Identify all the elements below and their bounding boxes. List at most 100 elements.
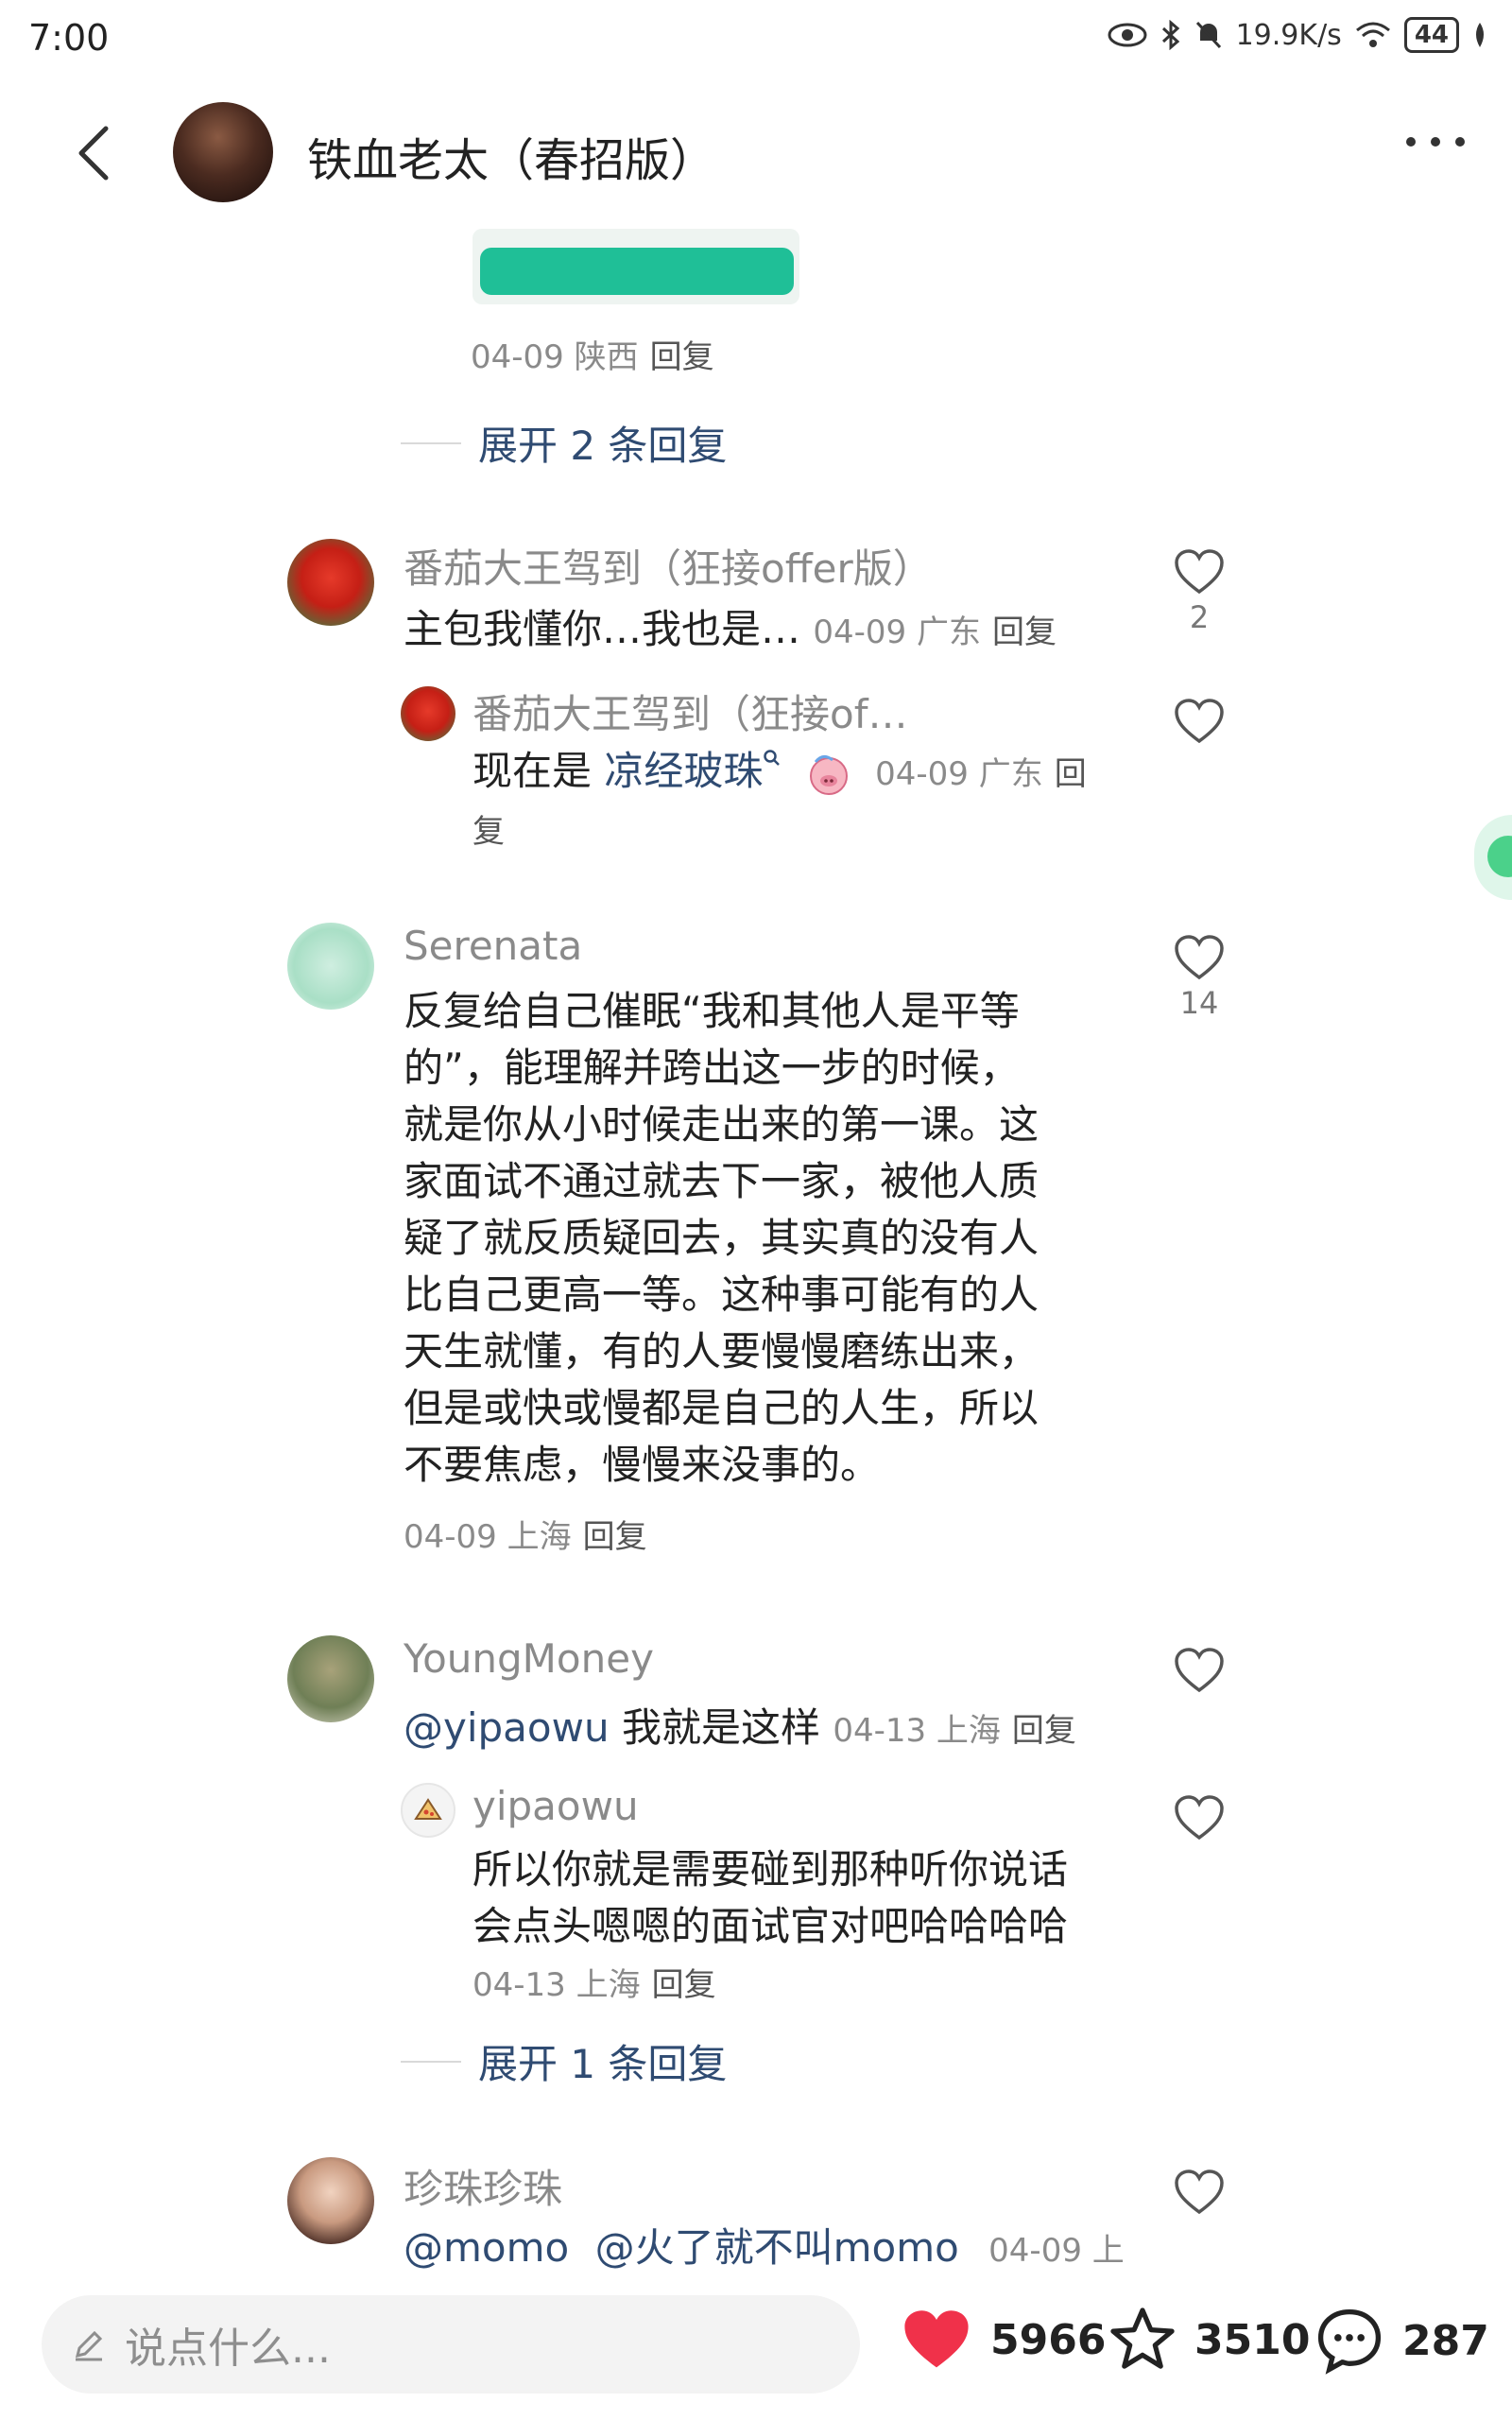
- comment-like-button[interactable]: [1173, 1647, 1226, 1694]
- heart-filled-icon: [904, 2310, 969, 2368]
- reply-date-region: 04-09 广东: [875, 755, 1043, 793]
- reply-button[interactable]: 回复: [650, 338, 714, 376]
- heart-outline-icon: [1175, 1795, 1224, 1841]
- replier-avatar[interactable]: [401, 1783, 455, 1838]
- mention-link[interactable]: @yipaowu: [404, 1704, 610, 1751]
- expand-replies-label: 展开 1 条回复: [478, 2041, 728, 2087]
- comment-text: 反复给自己催眠“我和其他人是平等 的”，能理解并跨出这一步的时候， 就是你从小时…: [404, 983, 1103, 1494]
- reply-line: 所以你就是需要碰到那种听你说话: [472, 1846, 1069, 1893]
- comment-input-placeholder: 说点什么...: [125, 2325, 331, 2373]
- comment-body: 主包我懂你…我也是…: [404, 606, 801, 652]
- reply-button[interactable]: 回复: [583, 1518, 647, 1556]
- like-count: 5966: [990, 2315, 1107, 2364]
- comment-like-button[interactable]: 14: [1173, 934, 1226, 1021]
- favorite-stat[interactable]: 3510: [1108, 2305, 1310, 2375]
- commenter-avatar[interactable]: [287, 539, 374, 626]
- comment-count: 287: [1402, 2316, 1489, 2365]
- comment-bubble-icon: [1317, 2308, 1382, 2375]
- like-count: 2: [1189, 599, 1210, 635]
- pencil-icon: [75, 2330, 103, 2361]
- heart-outline-icon: [1175, 935, 1224, 980]
- comment-line: 天生就懂，有的人要慢慢磨练出来，: [404, 1328, 1040, 1374]
- reply-like-button[interactable]: [1173, 1794, 1226, 1841]
- commenter-avatar[interactable]: [287, 923, 374, 1010]
- reply-meta: 04-09 广东回: [875, 755, 1087, 793]
- comment-line: 反复给自己催眠“我和其他人是平等: [404, 988, 1020, 1034]
- eye-icon: [1108, 23, 1147, 47]
- search-keyword-link[interactable]: 凉经玻珠: [604, 748, 763, 794]
- chevron-left-icon: [78, 126, 109, 181]
- pig-emoji-icon: [809, 754, 848, 795]
- status-icons: 19.9K/s 44: [1108, 17, 1487, 53]
- reply-line: 会点头嗯嗯的面试官对吧哈哈哈哈: [472, 1903, 1069, 1949]
- expand-replies-button[interactable]: 展开 1 条回复: [401, 2032, 727, 2090]
- comment-input[interactable]: 说点什么...: [42, 2295, 860, 2394]
- comment-date-region: 04-09 广东: [813, 614, 981, 651]
- reply-text: 现在是 凉经玻珠 04-09 广东回: [472, 743, 1115, 803]
- comment-text: @yipaowu 我就是这样 04-13 上海 回复: [404, 1700, 1076, 1759]
- like-count: 14: [1179, 985, 1219, 1021]
- comment-line: 家面试不通过就去下一家，被他人质: [404, 1158, 1040, 1204]
- commenter-name[interactable]: 番茄大王驾到（狂接offer版）: [404, 537, 933, 595]
- comment-like-button[interactable]: [1173, 2169, 1226, 2216]
- comment-line: 比自己更高一等。这种事可能有的人: [404, 1271, 1040, 1318]
- reply-body-prefix: 现在是: [472, 748, 605, 794]
- commenter-name[interactable]: 珍珠珍珠: [404, 2157, 562, 2215]
- commenter-avatar[interactable]: [287, 2157, 374, 2244]
- comment-body: 我就是这样: [609, 1704, 820, 1751]
- reply-button[interactable]: 回复: [992, 614, 1057, 651]
- commenter-name[interactable]: Serenata: [404, 923, 582, 969]
- back-button[interactable]: [68, 123, 121, 183]
- reply-text: 所以你就是需要碰到那种听你说话 会点头嗯嗯的面试官对吧哈哈哈哈: [472, 1841, 1153, 1955]
- comment-line: 疑了就反质疑回去，其实真的没有人: [404, 1215, 1040, 1261]
- comment-stat[interactable]: 287: [1314, 2305, 1489, 2377]
- expand-replies-button[interactable]: 展开 2 条回复: [401, 414, 727, 472]
- reply-button-wrap[interactable]: 复: [472, 805, 505, 852]
- comment-date-region: 04-13 上海: [833, 1712, 1001, 1750]
- comment-like-button[interactable]: 2: [1173, 548, 1226, 635]
- reply-meta: 04-13 上海 回复: [472, 1959, 716, 2005]
- reply-button[interactable]: 回: [1055, 755, 1087, 793]
- heart-outline-icon: [1175, 549, 1224, 595]
- reply-date-region: 04-13 上海: [472, 1966, 641, 2004]
- author-avatar[interactable]: [173, 102, 273, 202]
- commenter-name[interactable]: YoungMoney: [404, 1635, 654, 1682]
- comment-line: 但是或快或慢都是自己的人生，所以: [404, 1385, 1040, 1431]
- replier-avatar[interactable]: [401, 686, 455, 741]
- mention-link[interactable]: @momo: [404, 2224, 569, 2271]
- net-speed: 19.9K/s: [1235, 18, 1342, 52]
- image-sticker[interactable]: [472, 229, 799, 304]
- heart-outline-icon: [1175, 1648, 1224, 1693]
- comment-meta: 04-09 上海 回复: [404, 1511, 647, 1557]
- page-title[interactable]: 铁血老太（春招版）: [307, 123, 715, 189]
- mention-link[interactable]: @火了就不叫momo: [595, 2224, 959, 2271]
- heart-outline-icon: [1175, 2169, 1224, 2215]
- reply-button[interactable]: 回复: [652, 1966, 716, 2004]
- comment-line: 的”，能理解并跨出这一步的时候，: [404, 1045, 1020, 1091]
- pizza-icon: [414, 1798, 442, 1820]
- comment-meta: 04-13 上海 回复: [833, 1712, 1076, 1750]
- wifi-icon: [1355, 22, 1390, 47]
- reply-button[interactable]: 回复: [1012, 1712, 1076, 1750]
- bluetooth-icon: [1161, 20, 1179, 50]
- comment-line: 不要焦虑，慢慢来没事的。: [404, 1442, 881, 1488]
- commenter-avatar[interactable]: [287, 1635, 374, 1722]
- comment-date-region: 04-09 陕西: [471, 338, 639, 376]
- charging-leaf-icon: [1476, 23, 1484, 47]
- favorite-count: 3510: [1194, 2315, 1311, 2364]
- floating-chat-bubble[interactable]: [1474, 815, 1512, 900]
- comment-meta: 04-09 广东 回复: [813, 614, 1057, 651]
- star-outline-icon: [1110, 2308, 1175, 2369]
- status-time: 7:00: [28, 17, 110, 59]
- comment-date-region: 04-09 上海: [404, 1518, 572, 1556]
- replier-name[interactable]: yipaowu: [472, 1783, 639, 1829]
- comment-date-region: 04-09 上: [988, 2232, 1125, 2270]
- heart-outline-icon: [1175, 699, 1224, 744]
- comment-line: 就是你从小时候走出来的第一课。这: [404, 1101, 1040, 1148]
- more-options-button[interactable]: [1399, 132, 1474, 170]
- like-stat[interactable]: 5966: [900, 2307, 1106, 2373]
- reply-like-button[interactable]: [1173, 698, 1226, 745]
- comment-meta: 04-09 陕西 回复: [471, 331, 714, 377]
- battery-indicator: 44: [1403, 17, 1459, 53]
- replier-name[interactable]: 番茄大王驾到（狂接of…: [472, 683, 907, 740]
